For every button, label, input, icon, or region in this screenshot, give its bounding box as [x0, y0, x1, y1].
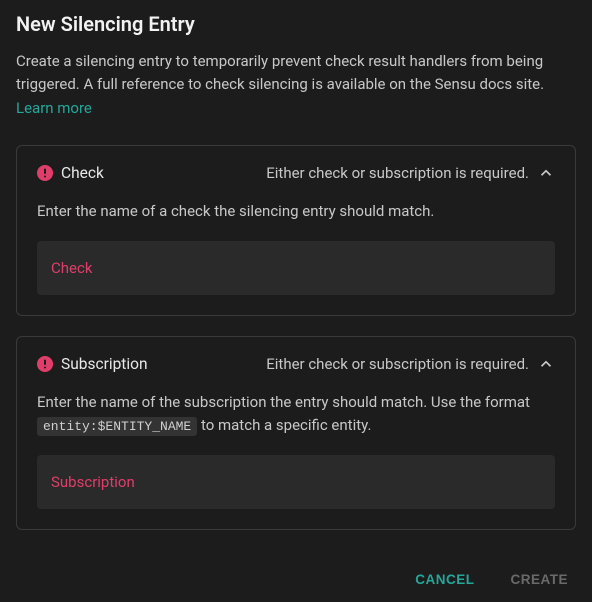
subscription-hint: Enter the name of the subscription the e…	[37, 391, 555, 438]
subscription-panel-header[interactable]: Subscription Either check or subscriptio…	[37, 355, 555, 373]
chevron-up-icon[interactable]	[537, 355, 555, 373]
subscription-panel-title: Subscription	[61, 355, 148, 373]
learn-more-link[interactable]: Learn more	[16, 99, 92, 117]
subscription-required-text: Either check or subscription is required…	[266, 355, 529, 373]
dialog-description: Create a silencing entry to temporarily …	[16, 50, 576, 97]
dialog-body: New Silencing Entry Create a silencing e…	[0, 0, 592, 556]
dialog-footer: CANCEL CREATE	[0, 556, 592, 602]
subscription-panel: Subscription Either check or subscriptio…	[16, 336, 576, 531]
subscription-hint-pre: Enter the name of the subscription the e…	[37, 393, 530, 411]
error-icon	[37, 165, 53, 181]
dialog-title: New Silencing Entry	[16, 12, 576, 36]
check-input-label: Check	[51, 259, 92, 277]
subscription-hint-post: to match a specific entity.	[197, 416, 371, 434]
entity-format-code: entity:$ENTITY_NAME	[37, 417, 197, 436]
subscription-input[interactable]: Subscription	[37, 455, 555, 509]
check-required-text: Either check or subscription is required…	[266, 164, 529, 182]
cancel-button[interactable]: CANCEL	[409, 564, 480, 595]
check-panel-header[interactable]: Check Either check or subscription is re…	[37, 164, 555, 182]
create-button[interactable]: CREATE	[504, 564, 574, 595]
check-panel-title: Check	[61, 164, 104, 182]
error-icon	[37, 356, 53, 372]
check-input[interactable]: Check	[37, 241, 555, 295]
check-hint: Enter the name of a check the silencing …	[37, 200, 555, 223]
subscription-input-label: Subscription	[51, 473, 135, 491]
check-panel: Check Either check or subscription is re…	[16, 145, 576, 316]
chevron-up-icon[interactable]	[537, 164, 555, 182]
